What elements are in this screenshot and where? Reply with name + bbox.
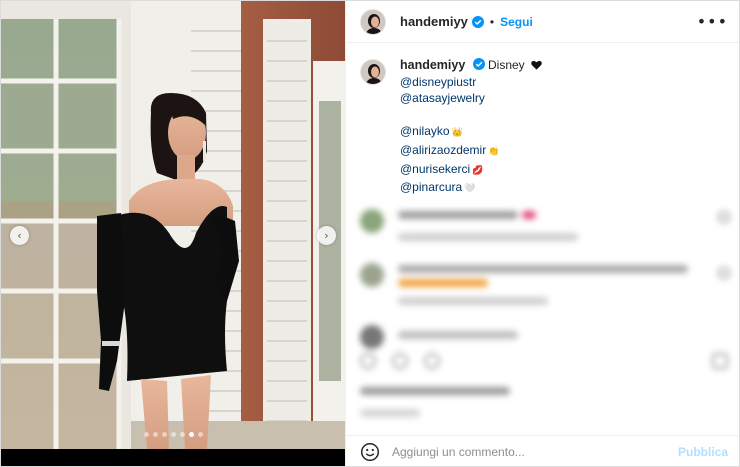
mention-link[interactable]: @alirizaozdemir	[400, 143, 486, 157]
carousel-dot-active	[188, 432, 194, 437]
more-options-icon[interactable]: •••	[697, 14, 728, 30]
blurred-share-icon	[424, 353, 440, 369]
caption-body: handemiyy Disney @disneypiustr @atasayjew…	[400, 57, 542, 198]
mention-list: @disneypiustr @atasayjewelry @nilayko 👑 @ali…	[400, 74, 542, 198]
mention-link[interactable]: @nilayko	[400, 124, 450, 138]
post-header: handemiyy • Segui •••	[346, 1, 739, 43]
verified-badge-icon	[471, 15, 484, 28]
blurred-comment-line	[398, 211, 518, 219]
mention-emoji: 🤍	[464, 184, 476, 195]
username-link[interactable]: handemiyy	[400, 14, 468, 29]
caption-username[interactable]: handemiyy	[400, 58, 465, 72]
avatar[interactable]	[360, 8, 386, 35]
follow-button[interactable]: Segui	[500, 15, 533, 29]
mention-item: @atasayjewelry	[400, 90, 542, 107]
blurred-avatar	[360, 263, 384, 287]
post-caption: handemiyy Disney @disneypiustr @atasayjew…	[360, 57, 730, 198]
blurred-save-icon	[712, 353, 728, 369]
mention-link[interactable]: @nurisekerci	[400, 162, 470, 176]
mention-emoji: 👑	[451, 128, 463, 139]
blurred-comment-icon	[392, 353, 408, 369]
comments-section-blurred	[346, 197, 739, 435]
blurred-likes-line	[360, 387, 510, 395]
mention-link[interactable]: @disneypiustr	[400, 75, 476, 89]
blurred-meta-line	[398, 233, 578, 241]
blurred-like-icon	[718, 211, 730, 223]
blurred-emoji	[522, 211, 536, 219]
caption-text: Disney	[488, 58, 525, 72]
post-media: ‹ ›	[1, 1, 345, 466]
blurred-comments	[346, 197, 739, 435]
carousel-dot	[143, 432, 149, 437]
comment-input[interactable]	[392, 445, 662, 459]
comment-bar: Pubblica	[346, 435, 739, 466]
instagram-post-window: ‹ › handemiyy • Segui ••• handemiyy Disn…	[0, 0, 740, 467]
publish-button[interactable]: Pubblica	[678, 445, 728, 459]
caption-avatar[interactable]	[360, 59, 386, 85]
separator-dot: •	[489, 14, 495, 29]
blurred-heart-icon	[360, 353, 376, 369]
mention-link[interactable]: @pinarcura	[400, 180, 462, 194]
avatar-image	[361, 9, 385, 34]
mention-link[interactable]: @atasayjewelry	[400, 91, 485, 105]
caption-avatar-image	[361, 60, 385, 84]
blurred-date-line	[360, 409, 420, 417]
carousel-indicator	[1, 432, 345, 437]
previous-photo-button[interactable]: ‹	[10, 226, 29, 245]
mention-item: @nurisekerci 💋	[400, 161, 542, 180]
carousel-dot	[170, 432, 176, 437]
chevron-right-icon: ›	[324, 229, 329, 242]
carousel-dot	[197, 432, 203, 437]
blurred-meta-line	[398, 297, 548, 305]
mention-item: @pinarcura 🤍	[400, 179, 542, 198]
blurred-comment-line	[398, 265, 688, 273]
black-heart-icon	[531, 60, 542, 70]
post-side-panel: handemiyy • Segui ••• handemiyy Disney @…	[345, 1, 739, 466]
blurred-comment-line	[398, 331, 518, 339]
blurred-avatar	[360, 209, 384, 233]
mention-item: @disneypiustr	[400, 74, 542, 91]
carousel-dot	[152, 432, 158, 437]
caption-first-line: handemiyy Disney	[400, 57, 542, 74]
caption-verified-badge-icon	[472, 58, 485, 70]
blurred-like-icon	[718, 267, 730, 279]
carousel-dot	[179, 432, 185, 437]
mention-emoji: 💋	[472, 165, 484, 176]
carousel-dot	[161, 432, 167, 437]
next-photo-button[interactable]: ›	[317, 226, 336, 245]
mention-emoji: 👏	[488, 146, 500, 157]
blurred-emoji	[398, 279, 488, 287]
post-photo-illustration	[1, 1, 345, 449]
blurred-avatar	[360, 325, 384, 349]
chevron-left-icon: ‹	[17, 229, 22, 242]
mention-item: @alirizaozdemir 👏	[400, 142, 542, 161]
emoji-icon[interactable]	[360, 442, 380, 462]
media-bottom-bar	[1, 449, 345, 466]
post-photo[interactable]	[1, 1, 345, 449]
mention-item: @nilayko 👑	[400, 123, 542, 142]
